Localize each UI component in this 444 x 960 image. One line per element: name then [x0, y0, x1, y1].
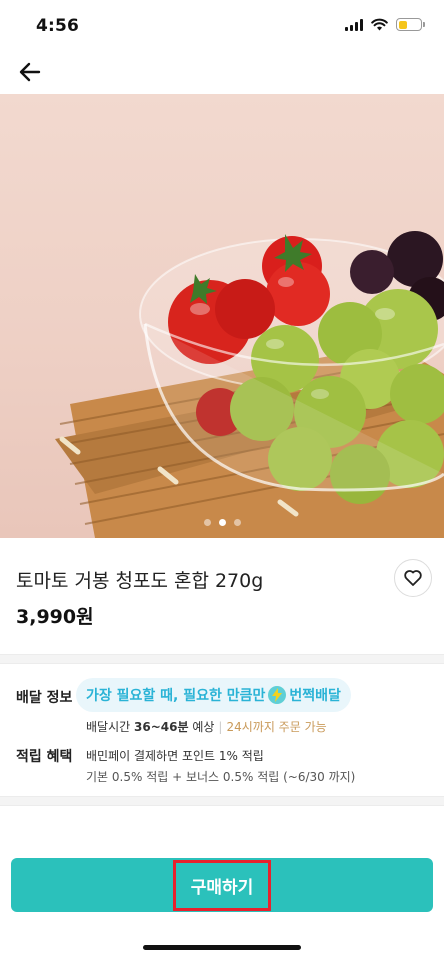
- delivery-section: 배달 정보 가장 필요할 때, 필요한 만큼만 번쩍배달 배달시간 36~46분…: [0, 664, 444, 796]
- delivery-label: 배달 정보: [16, 690, 73, 706]
- express-delivery-label: 번쩍배달: [289, 688, 341, 704]
- wishlist-button[interactable]: [394, 559, 432, 597]
- delivery-promo-pill: 가장 필요할 때, 필요한 만큼만 번쩍배달: [76, 678, 351, 712]
- carousel-dot-active: [218, 519, 226, 526]
- delivery-time-suffix: 예상: [192, 720, 215, 734]
- section-divider: [0, 654, 444, 664]
- product-image-carousel[interactable]: [0, 94, 444, 538]
- battery-icon: [396, 18, 425, 31]
- carousel-dot: [203, 519, 211, 526]
- wifi-icon: [371, 18, 388, 31]
- delivery-time-prefix: 배달시간: [86, 720, 131, 734]
- heart-icon: [404, 570, 422, 586]
- product-image: [55, 231, 444, 538]
- product-info: 토마토 거봉 청포도 혼합 270g 3,990원: [0, 538, 444, 654]
- order-deadline: 24시까지 주문 가능: [226, 720, 327, 734]
- carousel-dot: [233, 519, 241, 526]
- status-time: 4:56: [36, 16, 80, 36]
- reward-main-text: 배민페이 결제하면 포인트 1% 적립: [86, 749, 264, 763]
- carousel-indicator: [0, 519, 444, 526]
- status-bar: 4:56: [0, 0, 444, 52]
- delivery-promo-text: 가장 필요할 때, 필요한 만큼만: [86, 688, 266, 704]
- product-price: 3,990원: [16, 606, 94, 628]
- reward-label: 적립 혜택: [16, 749, 73, 765]
- delivery-time-range: 36~46분: [134, 720, 189, 734]
- reward-sub-text: 기본 0.5% 적립 + 보너스 0.5% 적립 (~6/30 까지): [86, 770, 356, 784]
- bolt-icon: [268, 686, 287, 704]
- back-button[interactable]: [14, 56, 46, 88]
- status-icons: [345, 18, 425, 31]
- section-divider: [0, 796, 444, 806]
- signal-icon: [345, 18, 363, 31]
- separator: |: [218, 719, 223, 734]
- product-name: 토마토 거봉 청포도 혼합 270g: [16, 570, 264, 592]
- back-arrow-icon: [19, 62, 41, 82]
- delivery-time: 배달시간 36~46분 예상 | 24시까지 주문 가능: [86, 718, 327, 735]
- nav-bar: [0, 52, 444, 94]
- buy-button[interactable]: 구매하기: [11, 858, 433, 912]
- home-indicator: [143, 945, 301, 950]
- buy-button-label: 구매하기: [172, 859, 272, 911]
